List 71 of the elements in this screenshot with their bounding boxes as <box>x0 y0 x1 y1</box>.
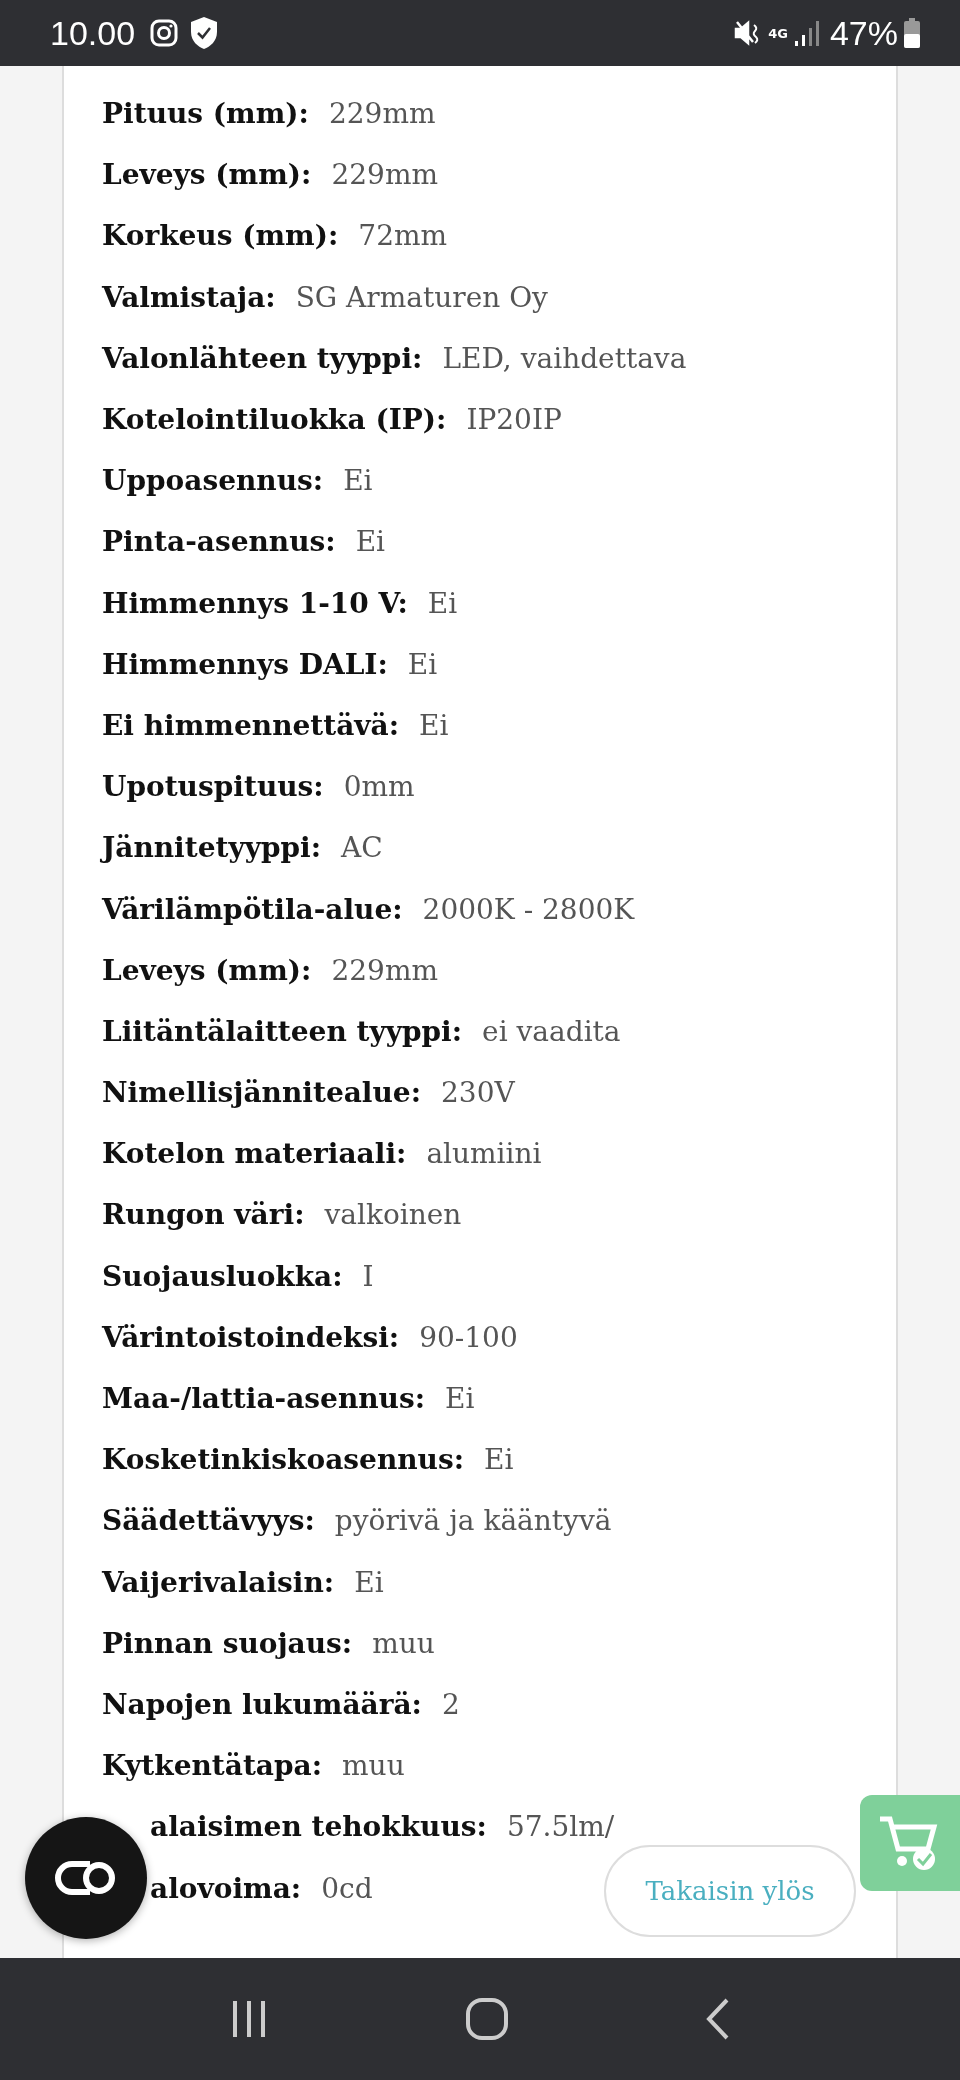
spec-value: Ei <box>445 1382 475 1416</box>
spec-label: Värintoistoindeksi: <box>102 1320 400 1354</box>
spec-label: alovoima: <box>150 1871 302 1905</box>
accessibility-button[interactable] <box>25 1817 147 1939</box>
spec-value: Ei <box>407 647 438 681</box>
spec-value: Ei <box>427 586 458 620</box>
battery-percent: 47% <box>829 13 898 53</box>
spec-value: 229mm <box>331 953 438 987</box>
spec-label: Jännitetyyppi: <box>102 831 322 865</box>
spec-value: pyörivä ja kääntyvä <box>334 1504 612 1538</box>
spec-label: Suojausluokka: <box>102 1259 343 1293</box>
toggle-icon <box>54 1860 118 1896</box>
spec-label: Leveys (mm): <box>102 953 312 987</box>
spec-value: Ei <box>484 1443 514 1477</box>
spec-label: Värilämpötila-alue: <box>102 892 403 926</box>
spec-value: Ei <box>419 708 449 742</box>
spec-label: Kosketinkiskoasennus: <box>102 1443 465 1477</box>
spec-label: Nimellisjännitealue: <box>102 1076 421 1110</box>
signal-icon <box>793 19 820 47</box>
spec-value: I <box>362 1259 374 1293</box>
spec-label: Himmennys DALI: <box>102 647 388 681</box>
spec-value: Ei <box>355 525 386 559</box>
spec-value: 229mm <box>331 158 438 192</box>
spec-value: muu <box>372 1626 435 1660</box>
spec-label: Napojen lukumäärä: <box>102 1687 422 1721</box>
spec-label: Himmennys 1-10 V: <box>102 586 408 620</box>
camera-app-icon <box>149 18 180 48</box>
spec-value: 230V <box>441 1076 515 1110</box>
spec-value: AC <box>341 831 383 865</box>
spec-label: Korkeus (mm): <box>102 219 339 253</box>
spec-label: Pituus (mm): <box>102 97 309 131</box>
battery-icon <box>904 18 920 48</box>
spec-label: Maa-/lattia-asennus: <box>102 1382 426 1416</box>
spec-value: 2000K - 2800K <box>422 892 635 926</box>
spec-label: Upotuspituus: <box>102 770 324 804</box>
spec-value: Ei <box>343 464 373 498</box>
spec-value: 0cd <box>321 1871 373 1905</box>
back-to-top-button[interactable]: Takaisin ylös <box>604 1845 856 1937</box>
spec-label: Vaijerivalaisin: <box>102 1565 335 1599</box>
spec-label: Kotelointiluokka (IP): <box>102 403 447 437</box>
clock-time: 10.00 <box>50 13 136 53</box>
spec-value: 229mm <box>328 97 436 131</box>
spec-label: Uppoasennus: <box>102 464 324 498</box>
spec-label: Liitäntälaitteen tyyppi: <box>102 1014 463 1048</box>
spec-label: Valonlähteen tyyppi: <box>102 341 423 375</box>
spec-value: Ei <box>354 1565 384 1599</box>
spec-value: valkoinen <box>324 1198 462 1232</box>
spec-value: 2 <box>441 1687 460 1721</box>
spec-value: alumiini <box>426 1137 542 1171</box>
home-icon[interactable] <box>465 1997 509 2041</box>
spec-value: 0mm <box>343 770 415 804</box>
spec-label: Ei himmennettävä: <box>102 708 400 742</box>
spec-value: muu <box>342 1749 405 1783</box>
spec-value: IP20IP <box>466 403 562 437</box>
spec-label: Leveys (mm): <box>102 158 312 192</box>
spec-value: 72mm <box>358 219 448 253</box>
spec-label: Rungon väri: <box>102 1198 305 1232</box>
spec-value: LED, vaihdettava <box>442 341 687 375</box>
spec-value: 90-100 <box>419 1320 518 1354</box>
spec-value: 57.5lm/ <box>506 1810 615 1844</box>
spec-label: alaisimen tehokkuus: <box>150 1810 487 1844</box>
spec-value: ei vaadita <box>482 1014 621 1048</box>
spec-label: Säädettävyys: <box>102 1504 315 1538</box>
spec-label: Pinta-asennus: <box>102 525 336 559</box>
spec-label: Kotelon materiaali: <box>102 1137 407 1171</box>
spec-label: Kytkentätapa: <box>102 1749 323 1783</box>
spec-label: Valmistaja: <box>102 280 276 314</box>
spec-label: Pinnan suojaus: <box>102 1626 353 1660</box>
spec-value: SG Armaturen Oy <box>295 280 548 314</box>
network-type: 4G <box>768 26 788 40</box>
shield-check-icon <box>189 16 220 50</box>
